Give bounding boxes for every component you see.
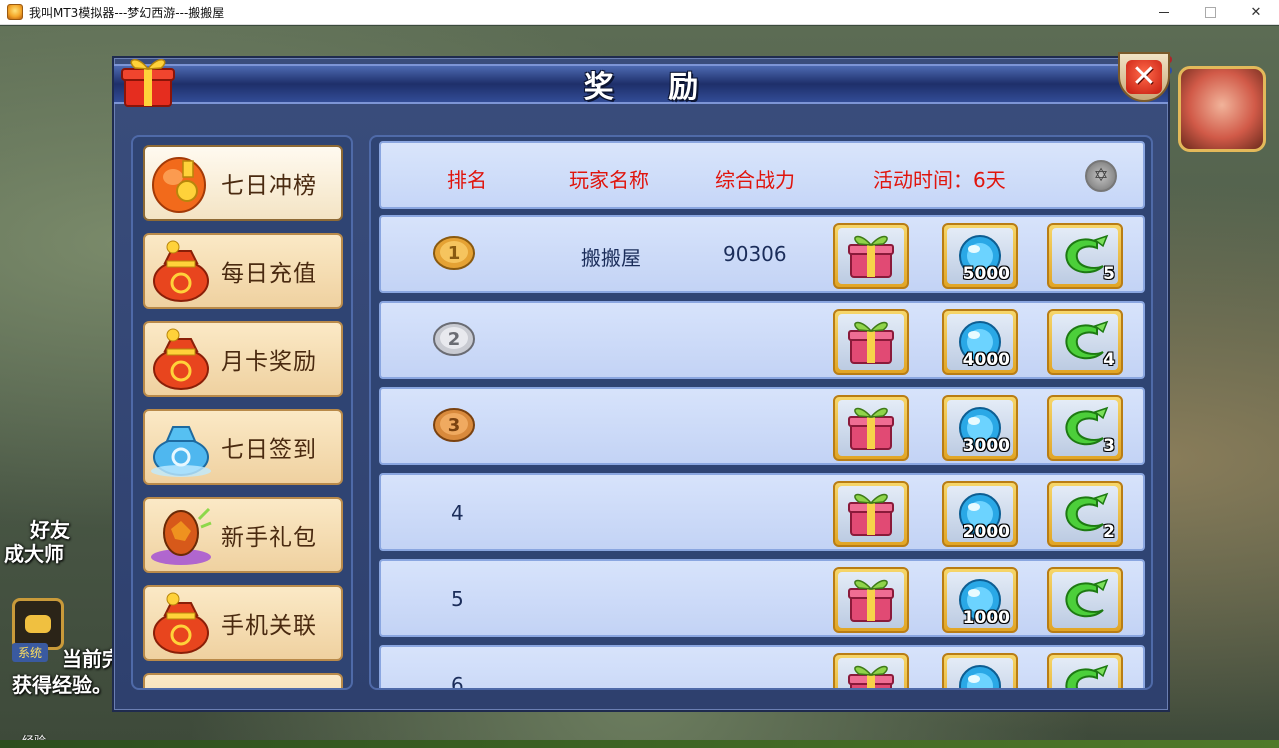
maximize-button[interactable] xyxy=(1187,0,1233,25)
header-rank: 排名 xyxy=(447,168,487,192)
reward-gem[interactable]: 1000 xyxy=(942,567,1018,633)
gift-box-icon xyxy=(848,665,894,688)
rank-number: 6 xyxy=(451,673,464,690)
menu-label: 新手礼包 xyxy=(221,525,317,551)
app-icon xyxy=(7,4,23,20)
dialog-title: 奖 励 xyxy=(583,70,721,105)
reward-gem[interactable] xyxy=(942,653,1018,688)
reward-dragon[interactable] xyxy=(1047,653,1123,688)
menu-item-monthly-card[interactable]: 月卡奖励 xyxy=(143,321,343,397)
gem-count: 3000 xyxy=(962,436,1010,456)
green-dragon-icon xyxy=(1065,664,1109,688)
menu-item-newbie-pack[interactable]: 新手礼包 xyxy=(143,497,343,573)
reward-dragon[interactable] xyxy=(1047,567,1123,633)
player-name: 搬搬屋 xyxy=(581,246,641,270)
gift-box-icon xyxy=(848,321,894,364)
header-player: 玩家名称 xyxy=(569,168,649,192)
window-title: 我叫MT3模拟器---梦幻西游---搬搬屋 xyxy=(29,5,225,20)
reward-dialog: 奖 励 ✕ 七日冲榜 每日充值 月卡奖励 七日签到 新手礼包 手机关联 排名 玩… xyxy=(112,52,1170,712)
window-titlebar: 我叫MT3模拟器---梦幻西游---搬搬屋 xyxy=(0,0,1279,25)
window-close-button[interactable] xyxy=(1233,0,1279,25)
gift-box-icon xyxy=(848,493,894,536)
gift-box-icon xyxy=(848,579,894,622)
gain-exp-text: 获得经验。 xyxy=(12,673,112,697)
medal-rank-number: 2 xyxy=(448,329,461,350)
table-row: 3 3000 3 xyxy=(379,387,1145,465)
rank-medal-icon: 3 xyxy=(433,408,475,442)
dialog-header: 奖 励 xyxy=(114,64,1168,105)
reward-dragon[interactable]: 5 xyxy=(1047,223,1123,289)
table-row: 2 4000 4 xyxy=(379,301,1145,379)
gift-box-icon xyxy=(848,407,894,450)
menu-item-seven-day-signin[interactable]: 七日签到 xyxy=(143,409,343,485)
reward-gift-box[interactable] xyxy=(833,395,909,461)
red-pouch-icon xyxy=(153,328,209,390)
orange-medal-icon xyxy=(152,157,206,213)
red-pouch-icon xyxy=(153,240,209,302)
player-avatar[interactable] xyxy=(1178,66,1266,152)
medal-rank-number: 3 xyxy=(448,415,461,436)
green-dragon-icon xyxy=(1065,578,1109,618)
gem-count: 5000 xyxy=(962,264,1010,284)
menu-label: 手机关联 xyxy=(221,613,317,639)
reward-gift-box[interactable] xyxy=(833,223,909,289)
help-icon[interactable]: ✡ xyxy=(1085,160,1117,192)
reward-gem[interactable]: 2000 xyxy=(942,481,1018,547)
red-pouch-icon xyxy=(153,592,209,654)
reward-dragon[interactable]: 4 xyxy=(1047,309,1123,375)
table-row: 5 1000 xyxy=(379,559,1145,637)
blue-gem-icon xyxy=(959,665,1001,688)
reward-gift-box[interactable] xyxy=(833,653,909,688)
reward-gift-box[interactable] xyxy=(833,481,909,547)
exp-bar xyxy=(0,740,1279,748)
table-header: 排名 玩家名称 综合战力 活动时间：6天 ✡ xyxy=(379,141,1145,209)
menu-item-partial[interactable] xyxy=(143,673,343,688)
reward-dragon[interactable]: 3 xyxy=(1047,395,1123,461)
rank-medal-icon: 1 xyxy=(433,236,475,270)
gift-box-icon xyxy=(121,59,175,107)
reward-gem[interactable]: 5000 xyxy=(942,223,1018,289)
rank-number: 4 xyxy=(451,501,464,525)
gift-box-icon xyxy=(848,235,894,278)
system-badge: 系统 xyxy=(12,643,49,662)
dragon-count: 4 xyxy=(1103,350,1115,370)
menu-item-phone-link[interactable]: 手机关联 xyxy=(143,585,343,661)
egg-icon xyxy=(151,507,212,565)
reward-gift-box[interactable] xyxy=(833,309,909,375)
menu-label: 每日充值 xyxy=(221,261,317,287)
table-row: 6 xyxy=(379,645,1145,690)
reward-gift-box[interactable] xyxy=(833,567,909,633)
dragon-count: 2 xyxy=(1103,522,1115,542)
reward-gem[interactable]: 3000 xyxy=(942,395,1018,461)
menu-label: 月卡奖励 xyxy=(221,349,317,375)
ranking-table: 排名 玩家名称 综合战力 活动时间：6天 ✡ 1 搬搬屋 90306 5000 … xyxy=(369,135,1153,690)
header-time: 活动时间：6天 xyxy=(873,168,1006,192)
dragon-count: 5 xyxy=(1103,264,1115,284)
medal-rank-number: 1 xyxy=(448,243,461,264)
close-button[interactable]: ✕ xyxy=(1118,52,1170,102)
menu-label: 七日冲榜 xyxy=(221,173,317,199)
blue-pouch-icon xyxy=(151,426,211,477)
rank-number: 5 xyxy=(451,587,464,611)
header-power: 综合战力 xyxy=(715,168,795,192)
table-row: 4 2000 2 xyxy=(379,473,1145,551)
activity-menu: 七日冲榜 每日充值 月卡奖励 七日签到 新手礼包 手机关联 xyxy=(131,135,353,690)
master-label: 成大师 xyxy=(4,542,64,566)
menu-label: 七日签到 xyxy=(221,437,317,463)
gem-count: 4000 xyxy=(962,350,1010,370)
reward-gem[interactable]: 4000 xyxy=(942,309,1018,375)
menu-item-seven-day-rank[interactable]: 七日冲榜 xyxy=(143,145,343,221)
close-icon: ✕ xyxy=(1126,60,1162,94)
rank-medal-icon: 2 xyxy=(433,322,475,356)
dragon-count: 3 xyxy=(1103,436,1115,456)
reward-dragon[interactable]: 2 xyxy=(1047,481,1123,547)
table-row: 1 搬搬屋 90306 5000 5 xyxy=(379,215,1145,293)
menu-item-daily-recharge[interactable]: 每日充值 xyxy=(143,233,343,309)
gem-count: 1000 xyxy=(962,608,1010,628)
gem-count: 2000 xyxy=(962,522,1010,542)
minimize-button[interactable] xyxy=(1141,0,1187,25)
chat-bubble-icon xyxy=(25,615,51,633)
combat-power: 90306 xyxy=(723,242,787,266)
